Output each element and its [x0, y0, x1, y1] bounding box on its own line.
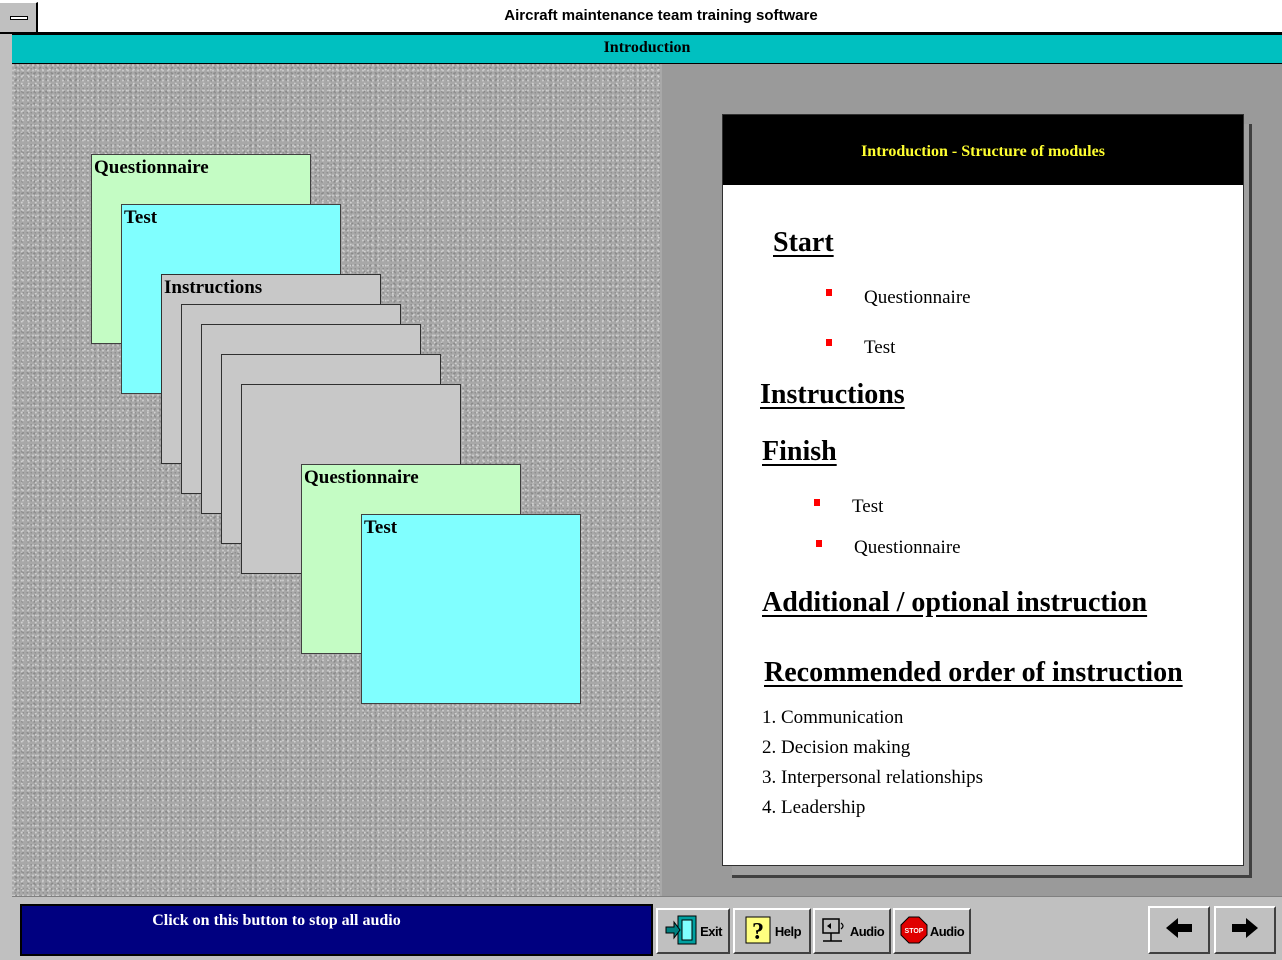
bullet-icon [826, 289, 832, 296]
list-item: Test [852, 496, 884, 517]
status-bar: Click on this button to stop all audio [20, 904, 653, 956]
heading-recommended: Recommended order of instruction [764, 657, 1183, 688]
card-label: Questionnaire [304, 467, 419, 488]
section-title: Introduction [603, 39, 691, 56]
list-item: Test [864, 337, 896, 358]
card-label: Test [364, 517, 398, 538]
arrow-left-icon [1164, 917, 1194, 944]
stop-sign-icon: STOP [900, 916, 928, 947]
list-item: 4. Leadership [762, 797, 866, 818]
list-item: Questionnaire [864, 287, 971, 308]
next-page-button[interactable] [1214, 906, 1276, 954]
heading-start: Start [773, 227, 834, 258]
bullet-icon [814, 499, 820, 506]
svg-text:STOP: STOP [904, 928, 923, 935]
arrow-right-icon [1230, 917, 1260, 944]
audio-speaker-icon [820, 915, 848, 948]
card-label: Questionnaire [94, 157, 209, 178]
title-bar: Aircraft maintenance team training softw… [0, 0, 1282, 34]
exit-label: Exit [700, 923, 722, 939]
previous-page-button[interactable] [1148, 906, 1210, 954]
status-message: Click on this button to stop all audio [152, 912, 401, 929]
card-label: Instructions [164, 277, 263, 298]
help-button[interactable]: ? Help [733, 908, 811, 954]
help-label: Help [774, 923, 802, 939]
list-item: 3. Interpersonal relationships [762, 767, 984, 788]
system-menu-button[interactable] [0, 2, 38, 32]
section-bar: Introduction [12, 34, 1282, 64]
audio-button[interactable]: Audio [813, 908, 891, 954]
exit-door-icon [664, 914, 698, 949]
list-item: 2. Decision making [762, 737, 911, 758]
heading-instructions: Instructions [760, 379, 905, 410]
document-header: Introduction - Structure of modules [723, 115, 1243, 185]
system-menu-icon [10, 16, 28, 20]
card-label: Test [124, 207, 158, 228]
stop-audio-label: Audio [929, 923, 965, 939]
svg-text:?: ? [752, 919, 764, 945]
heading-finish: Finish [762, 436, 837, 467]
audio-label: Audio [849, 923, 885, 939]
window-title: Aircraft maintenance team training softw… [504, 7, 818, 24]
list-item: 1. Communication [762, 707, 904, 728]
bullet-icon [816, 540, 822, 547]
document-page: Introduction - Structure of modules Star… [722, 114, 1244, 866]
heading-additional: Additional / optional instruction [762, 587, 1148, 618]
window-frame [0, 34, 12, 960]
exit-button[interactable]: Exit [656, 908, 730, 954]
card-finish-test: Test [361, 514, 581, 704]
document-title: Introduction - Structure of modules [861, 143, 1105, 160]
list-item: Questionnaire [854, 537, 961, 558]
bullet-icon [826, 339, 832, 346]
stop-audio-button[interactable]: STOP Audio [893, 908, 971, 954]
help-question-icon: ? [743, 914, 773, 949]
